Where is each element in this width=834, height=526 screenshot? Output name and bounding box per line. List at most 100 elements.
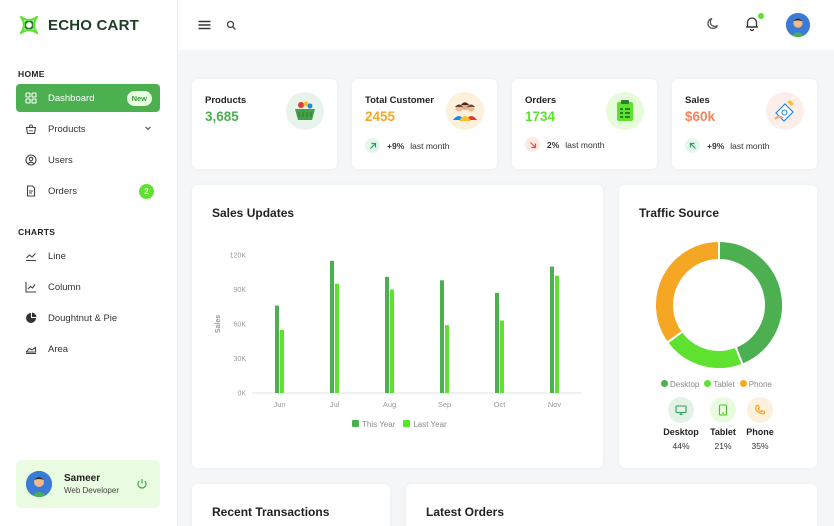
y-tick-label: 60K (234, 322, 247, 329)
recent-transactions-card: Recent Transactions (192, 484, 390, 526)
sidebar-item-label: Area (48, 343, 69, 355)
bar-this-year (550, 266, 554, 393)
brand-logo-icon (19, 15, 39, 35)
sidebar-item-area[interactable]: Area (16, 335, 160, 363)
trend-label: last month (410, 140, 450, 151)
stat-value: 2455 (365, 109, 396, 124)
device-desktop: Desktop 44% (658, 397, 704, 451)
sidebar: ECHO CART HOME Dashboard New Products Us… (0, 0, 178, 526)
stat-value: 1734 (525, 109, 556, 124)
x-tick-label: Nov (548, 400, 562, 409)
money-icon (766, 92, 804, 130)
x-tick-label: Jun (273, 400, 285, 409)
bar-this-year (495, 292, 499, 393)
phone-icon (747, 397, 773, 423)
customers-icon (446, 92, 484, 130)
arrow-up-left-icon (685, 138, 700, 153)
search-icon[interactable] (226, 18, 237, 36)
legend-item-phone[interactable]: Phone (739, 380, 772, 389)
stat-title: Sales (685, 95, 710, 106)
bar-last-year (500, 320, 504, 393)
sidebar-item-label: Dashboard (48, 92, 95, 104)
stat-card-sales: Sales $60k +9% last month (672, 79, 817, 169)
notification-dot (758, 13, 764, 19)
sidebar-item-users[interactable]: Users (16, 146, 160, 174)
x-tick-label: Jul (330, 400, 340, 409)
stat-value: $60k (685, 109, 716, 124)
avatar (26, 471, 52, 497)
user-avatar[interactable] (786, 13, 810, 37)
profile-name: Sameer (64, 473, 101, 484)
trend-value: +9% (387, 140, 405, 151)
x-tick-label: Aug (383, 400, 396, 409)
tablet-icon (710, 397, 736, 423)
chevron-down-icon (144, 124, 152, 135)
donut-slice-phone (654, 239, 720, 345)
sidebar-item-label: Users (48, 154, 73, 166)
home-section-label: HOME (18, 69, 45, 79)
legend-item-last-year[interactable]: Last Year (403, 420, 447, 429)
device-name: Phone (746, 427, 774, 437)
sidebar-item-column[interactable]: Column (16, 273, 160, 301)
sidebar-item-label: Doughtnut & Pie (48, 312, 118, 324)
orders-count-badge: 2 (139, 183, 154, 199)
bar-last-year (555, 275, 559, 393)
traffic-legend: Desktop Tablet Phone (661, 380, 772, 389)
basket-icon (24, 122, 38, 136)
x-tick-label: Oct (494, 400, 507, 409)
donut-slice-tablet (665, 330, 744, 370)
sales-updates-card: Sales Updates Sales 0K 30K 60K 90K 120K Jun Jul… (192, 185, 603, 468)
stat-card-orders: Orders 1734 2% last month (512, 79, 657, 169)
document-icon (24, 184, 38, 198)
y-axis-label: Sales (215, 315, 222, 333)
card-title: Traffic Source (639, 206, 720, 220)
bell-icon[interactable] (744, 15, 760, 37)
sidebar-item-orders[interactable]: Orders 2 (16, 177, 160, 205)
legend-item-this-year[interactable]: This Year (352, 420, 395, 429)
device-name: Desktop (663, 427, 699, 437)
user-circle-icon (24, 153, 38, 167)
trend-label: last month (730, 140, 770, 151)
brand[interactable]: ECHO CART (16, 12, 139, 38)
y-tick-label: 90K (234, 287, 247, 294)
sidebar-item-products[interactable]: Products (16, 115, 160, 143)
legend-item-desktop[interactable]: Desktop (661, 380, 699, 389)
sidebar-item-label: Products (48, 123, 86, 135)
bar-last-year (390, 289, 394, 393)
trend-value: 2% (547, 139, 560, 150)
x-tick-label: Sep (438, 400, 451, 409)
clipboard-icon (606, 92, 644, 130)
stat-title: Products (205, 95, 247, 106)
menu-icon[interactable] (198, 18, 211, 36)
y-tick-label: 120K (230, 253, 247, 260)
charts-section-label: CHARTS (18, 227, 56, 237)
y-tick-label: 30K (234, 356, 247, 363)
bar-last-year (445, 325, 449, 393)
brand-name: ECHO CART (48, 16, 139, 34)
device-percent: 35% (751, 441, 769, 451)
basket-icon (286, 92, 324, 130)
sidebar-item-doughnut[interactable]: Doughtnut & Pie (16, 304, 160, 332)
arrow-up-right-icon (365, 138, 380, 153)
sidebar-item-label: Column (48, 281, 81, 293)
bar-last-year (280, 329, 284, 393)
line-chart-icon (24, 249, 38, 263)
card-title: Recent Transactions (212, 505, 330, 519)
bar-last-year (335, 283, 339, 393)
power-icon[interactable] (136, 477, 148, 495)
device-phone: Phone 35% (737, 397, 783, 451)
moon-icon[interactable] (706, 16, 721, 36)
stat-value: 3,685 (205, 109, 239, 124)
trend-label: last month (565, 139, 605, 150)
legend-item-tablet[interactable]: Tablet (704, 380, 735, 389)
bar-this-year (330, 260, 334, 393)
sidebar-item-line[interactable]: Line (16, 242, 160, 270)
sidebar-item-dashboard[interactable]: Dashboard New (16, 84, 160, 112)
new-badge: New (126, 90, 152, 106)
stat-trend: 2% last month (525, 137, 605, 152)
stat-title: Total Customer (365, 95, 434, 106)
column-chart-icon (24, 280, 38, 294)
arrow-down-right-icon (525, 137, 540, 152)
profile-card[interactable]: Sameer Web Developer (16, 460, 160, 508)
trend-value: +9% (707, 140, 725, 151)
